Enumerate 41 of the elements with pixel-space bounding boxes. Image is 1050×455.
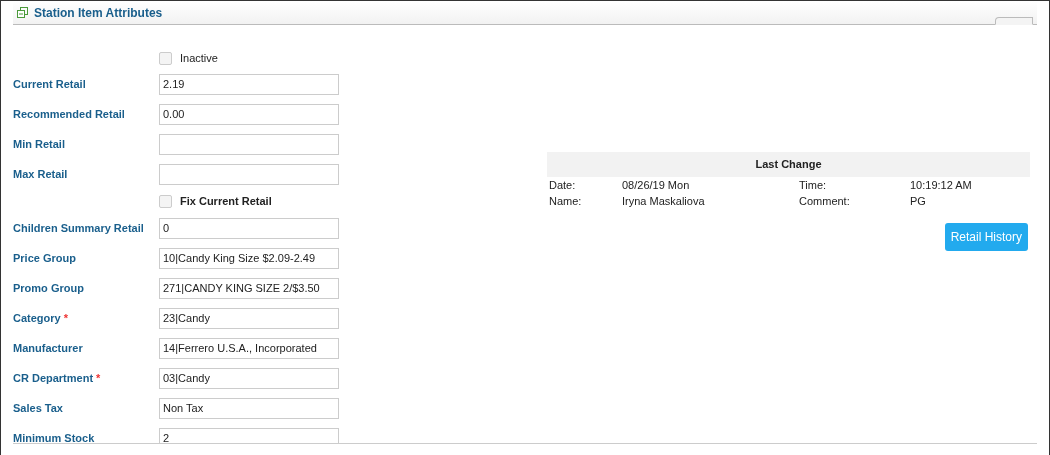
field-label: Promo Group xyxy=(13,281,84,294)
input-field[interactable]: 271|CANDY KING SIZE 2/$3.50 xyxy=(159,277,339,299)
info-label: Time: xyxy=(799,179,828,191)
input-field[interactable]: 10|Candy King Size $2.09-2.49 xyxy=(159,247,339,269)
field-label: Minimum Stock xyxy=(13,431,95,444)
info-value: PG xyxy=(910,195,926,207)
panel-title: Station Item Attributes xyxy=(34,5,163,20)
checkbox[interactable] xyxy=(159,194,172,208)
field-label: Manufacturer xyxy=(13,341,83,354)
input-field[interactable]: 0.00 xyxy=(159,103,339,125)
section-header: Last Change xyxy=(547,152,1030,177)
field-label: Price Group xyxy=(13,251,76,264)
info-value: 10:19:12 AM xyxy=(910,179,972,191)
required-mark: * xyxy=(63,311,68,324)
input-field[interactable]: Non Tax xyxy=(159,397,339,419)
field-label: CR Department xyxy=(13,371,94,384)
field-label: Max Retail xyxy=(13,167,68,180)
info-value: Iryna Maskaliova xyxy=(622,195,706,207)
info-label: Date: xyxy=(549,179,577,191)
required-mark: * xyxy=(96,371,101,384)
checkbox[interactable] xyxy=(159,51,172,65)
checkbox-label: Fix Current Retail xyxy=(180,195,272,207)
input-field[interactable]: 14|Ferrero U.S.A., Incorporated xyxy=(159,337,339,359)
panel-tab[interactable] xyxy=(995,17,1033,25)
input-field[interactable]: 23|Candy xyxy=(159,307,339,329)
info-value: 08/26/19 Mon xyxy=(622,179,691,191)
input-field[interactable] xyxy=(159,163,339,185)
field-label: Sales Tax xyxy=(13,401,63,414)
field-label: Category xyxy=(13,311,61,324)
input-field[interactable]: 03|Candy xyxy=(159,367,339,389)
input-field[interactable]: 0 xyxy=(159,217,339,239)
input-field[interactable] xyxy=(159,133,339,155)
input-field[interactable]: 2.19 xyxy=(159,73,339,95)
info-label: Comment: xyxy=(799,195,851,207)
field-label: Min Retail xyxy=(13,137,65,150)
panel-icon xyxy=(17,7,28,18)
checkbox-label: Inactive xyxy=(180,52,218,64)
field-label: Recommended Retail xyxy=(13,107,125,120)
field-label: Current Retail xyxy=(13,77,86,90)
field-label: Children Summary Retail xyxy=(13,221,144,234)
info-label: Name: xyxy=(549,195,583,207)
